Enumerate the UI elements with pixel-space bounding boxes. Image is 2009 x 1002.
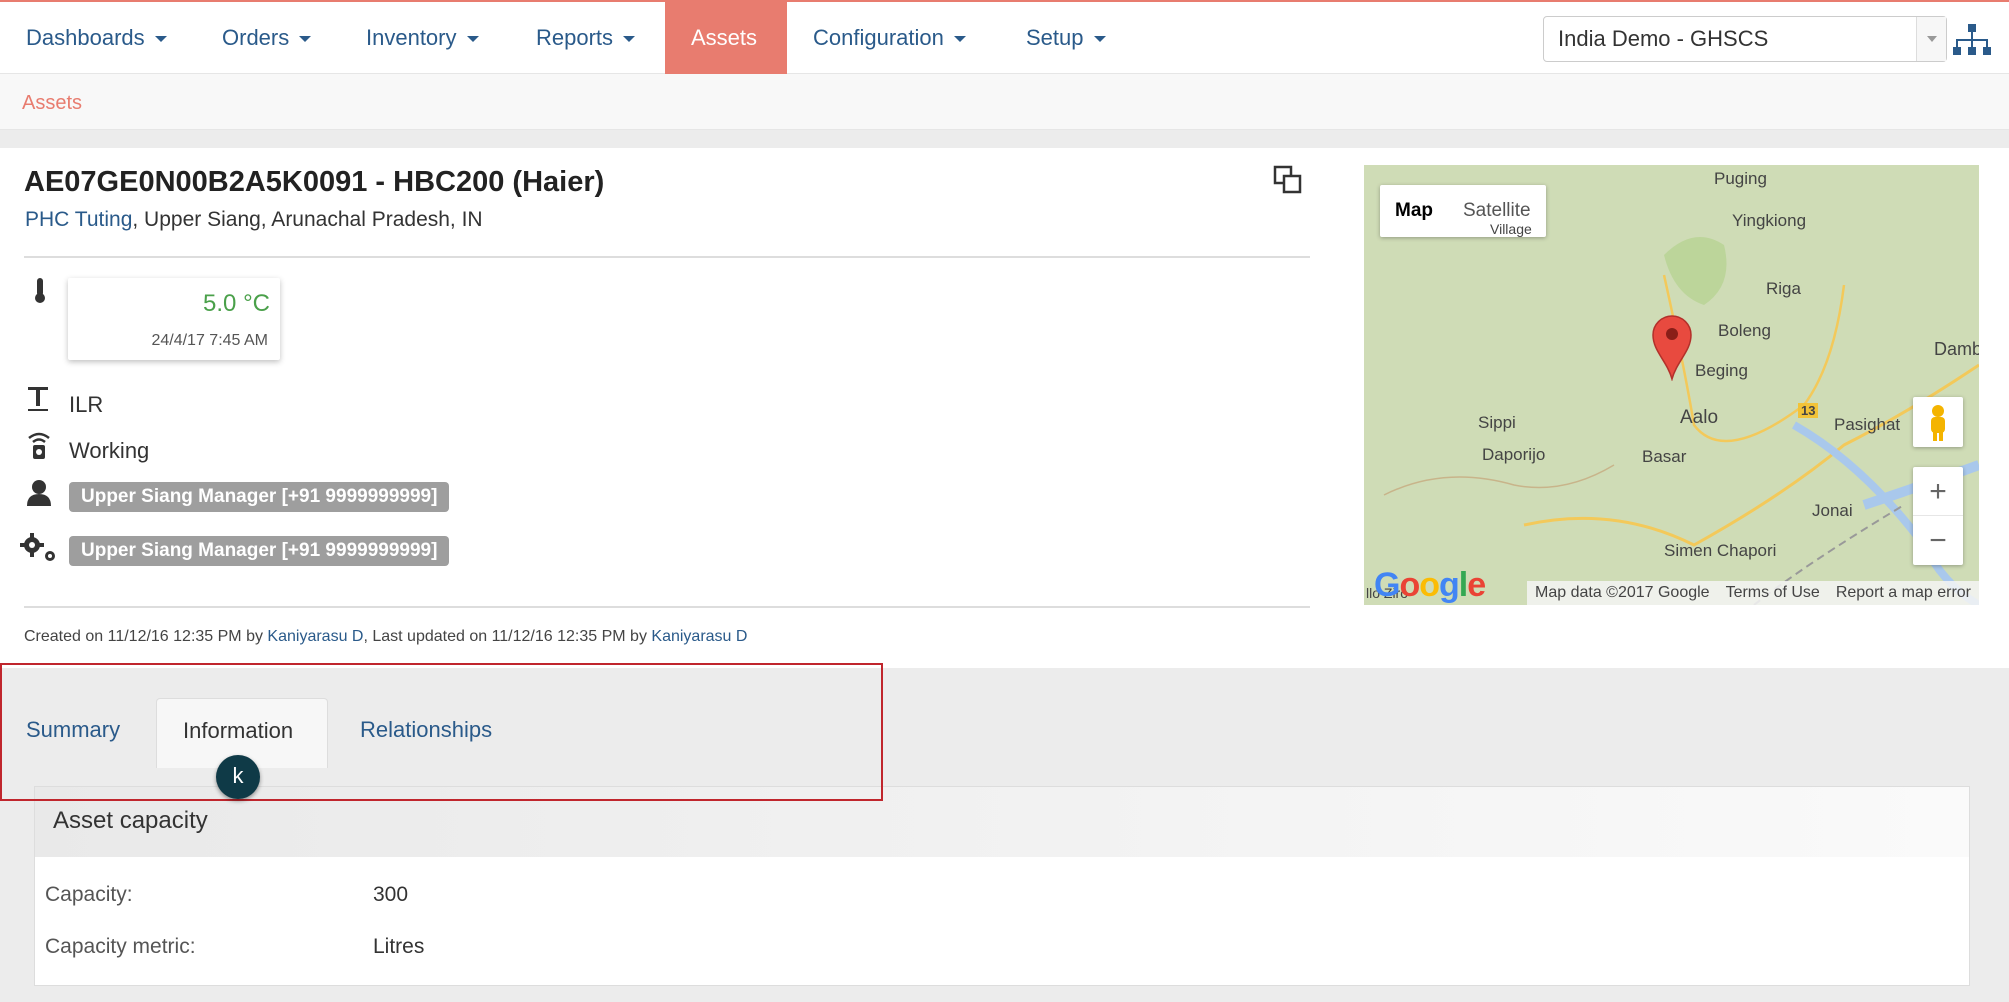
map-type-map[interactable]: Map bbox=[1380, 185, 1448, 237]
caret-down-icon bbox=[623, 36, 636, 43]
top-navbar: Dashboards Orders Inventory Reports Asse… bbox=[0, 0, 2009, 74]
text-type-icon bbox=[28, 387, 48, 411]
nav-setup[interactable]: Setup bbox=[1000, 2, 1132, 74]
zoom-in-button[interactable]: + bbox=[1913, 467, 1963, 516]
zoom-out-button[interactable]: − bbox=[1913, 516, 1963, 565]
map-data-credit: Map data ©2017 Google bbox=[1535, 584, 1710, 601]
google-logo: Google bbox=[1374, 566, 1486, 604]
created-by-link[interactable]: Kaniyarasu D bbox=[267, 628, 363, 645]
panel-title: Asset capacity bbox=[53, 807, 208, 834]
audit-info: Created on 11/12/16 12:35 PM by Kaniyara… bbox=[24, 628, 748, 645]
pegman-icon bbox=[1931, 405, 1945, 441]
map-attribution: Map data ©2017 Google Terms of Use Report … bbox=[1527, 581, 1979, 605]
map-label: Pasighat bbox=[1834, 415, 1901, 434]
map-label: Village bbox=[1490, 221, 1532, 237]
asset-type: ILR bbox=[69, 392, 104, 417]
caret-down-icon bbox=[154, 36, 167, 43]
map-label: Riga bbox=[1766, 279, 1801, 298]
capacity-value: 300 bbox=[373, 883, 409, 906]
map-label: Yingkiong bbox=[1732, 211, 1807, 230]
divider bbox=[24, 256, 1310, 258]
nav-inventory[interactable]: Inventory bbox=[340, 2, 505, 74]
nav-orders[interactable]: Orders bbox=[196, 2, 337, 74]
temperature-card[interactable]: 5.0 °C 24/4/17 7:45 AM bbox=[68, 278, 280, 360]
breadcrumb[interactable]: Assets bbox=[22, 92, 82, 115]
sensor-icon bbox=[28, 432, 50, 459]
capacity-label: Capacity: bbox=[45, 883, 133, 906]
maintainer-badge[interactable]: Upper Siang Manager [+91 9999999999] bbox=[69, 536, 450, 566]
domain-select[interactable]: India Demo - GHSCS bbox=[1543, 16, 1947, 62]
nav-configuration[interactable]: Configuration bbox=[787, 2, 992, 74]
select-arrow-icon[interactable] bbox=[1916, 17, 1946, 61]
section-gap bbox=[0, 130, 2009, 148]
map-label: Daporijo bbox=[1482, 445, 1546, 464]
nav-reports[interactable]: Reports bbox=[510, 2, 661, 74]
highway-label: 13 bbox=[1798, 403, 1819, 418]
temperature-value: 5.0 °C bbox=[203, 290, 270, 317]
nav-dashboards[interactable]: Dashboards bbox=[0, 2, 193, 74]
annotation-highlight bbox=[0, 663, 883, 801]
map-label: Simen Chapori bbox=[1664, 541, 1777, 560]
asset-status: Working bbox=[69, 438, 150, 463]
map-label: Jonai bbox=[1812, 501, 1853, 520]
caret-down-icon bbox=[299, 36, 312, 43]
owner-badge[interactable]: Upper Siang Manager [+91 9999999999] bbox=[69, 482, 450, 512]
user-icon bbox=[27, 480, 51, 506]
map-label: Sippi bbox=[1478, 413, 1516, 432]
location-map[interactable]: Map Satellite Puging Yingkiong Village Ri… bbox=[1364, 165, 1979, 605]
updated-by-link[interactable]: Kaniyarasu D bbox=[651, 628, 747, 645]
temperature-timestamp: 24/4/17 7:45 AM bbox=[151, 332, 268, 349]
map-label: Basar bbox=[1642, 447, 1687, 466]
thermometer-icon bbox=[35, 278, 45, 303]
capacity-metric-value: Litres bbox=[373, 935, 425, 958]
location-link[interactable]: PHC Tuting bbox=[25, 208, 132, 231]
map-marker-icon[interactable] bbox=[1651, 313, 1693, 381]
map-zoom-control: + − bbox=[1913, 467, 1963, 565]
map-label: Dambu bbox=[1934, 339, 1979, 359]
map-label: Boleng bbox=[1718, 321, 1771, 340]
terms-of-use-link[interactable]: Terms of Use bbox=[1718, 584, 1828, 601]
report-map-error-link[interactable]: Report a map error bbox=[1828, 584, 1979, 601]
gears-icon bbox=[20, 533, 55, 561]
asset-capacity-panel: Asset capacity Capacity: 300 Capacity me… bbox=[34, 786, 1970, 986]
breadcrumb-bar: Assets bbox=[0, 74, 2009, 130]
asset-location: PHC Tuting, Upper Siang, Arunachal Prade… bbox=[25, 208, 483, 231]
page-title: AE07GE0N00B2A5K0091 - HBC200 (Haier) bbox=[24, 166, 605, 198]
copy-icon[interactable] bbox=[1272, 164, 1304, 196]
capacity-metric-label: Capacity metric: bbox=[45, 935, 196, 958]
caret-down-icon bbox=[1093, 36, 1106, 43]
caret-down-icon bbox=[953, 36, 966, 43]
domain-select-value: India Demo - GHSCS bbox=[1558, 26, 1769, 51]
map-label: Aalo bbox=[1680, 407, 1719, 428]
hierarchy-icon[interactable] bbox=[1952, 22, 1992, 58]
map-label: Beging bbox=[1695, 361, 1748, 380]
nav-assets[interactable]: Assets bbox=[665, 2, 787, 74]
divider bbox=[24, 606, 1310, 608]
caret-down-icon bbox=[466, 36, 479, 43]
cursor-marker: k bbox=[216, 755, 260, 799]
map-label: Puging bbox=[1714, 169, 1767, 188]
street-view-pegman-icon[interactable] bbox=[1913, 397, 1963, 447]
